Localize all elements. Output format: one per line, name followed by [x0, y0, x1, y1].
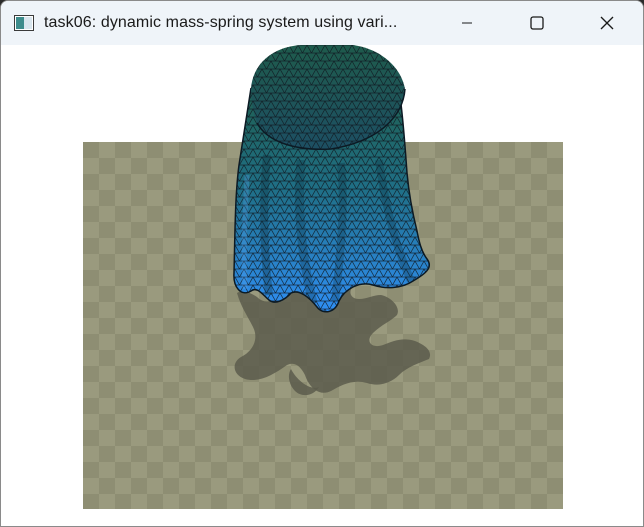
close-button[interactable] [572, 1, 642, 45]
close-icon [600, 16, 614, 30]
title-bar[interactable]: task06: dynamic mass-spring system using… [1, 1, 643, 45]
app-icon [13, 15, 35, 31]
window-title: task06: dynamic mass-spring system using… [44, 14, 398, 31]
simulation-scene [83, 45, 563, 509]
minimize-button[interactable] [432, 1, 502, 45]
app-window: task06: dynamic mass-spring system using… [0, 0, 644, 527]
minimize-icon [462, 22, 472, 24]
maximize-icon [530, 16, 544, 30]
maximize-button[interactable] [502, 1, 572, 45]
opengl-viewport[interactable] [1, 45, 643, 526]
